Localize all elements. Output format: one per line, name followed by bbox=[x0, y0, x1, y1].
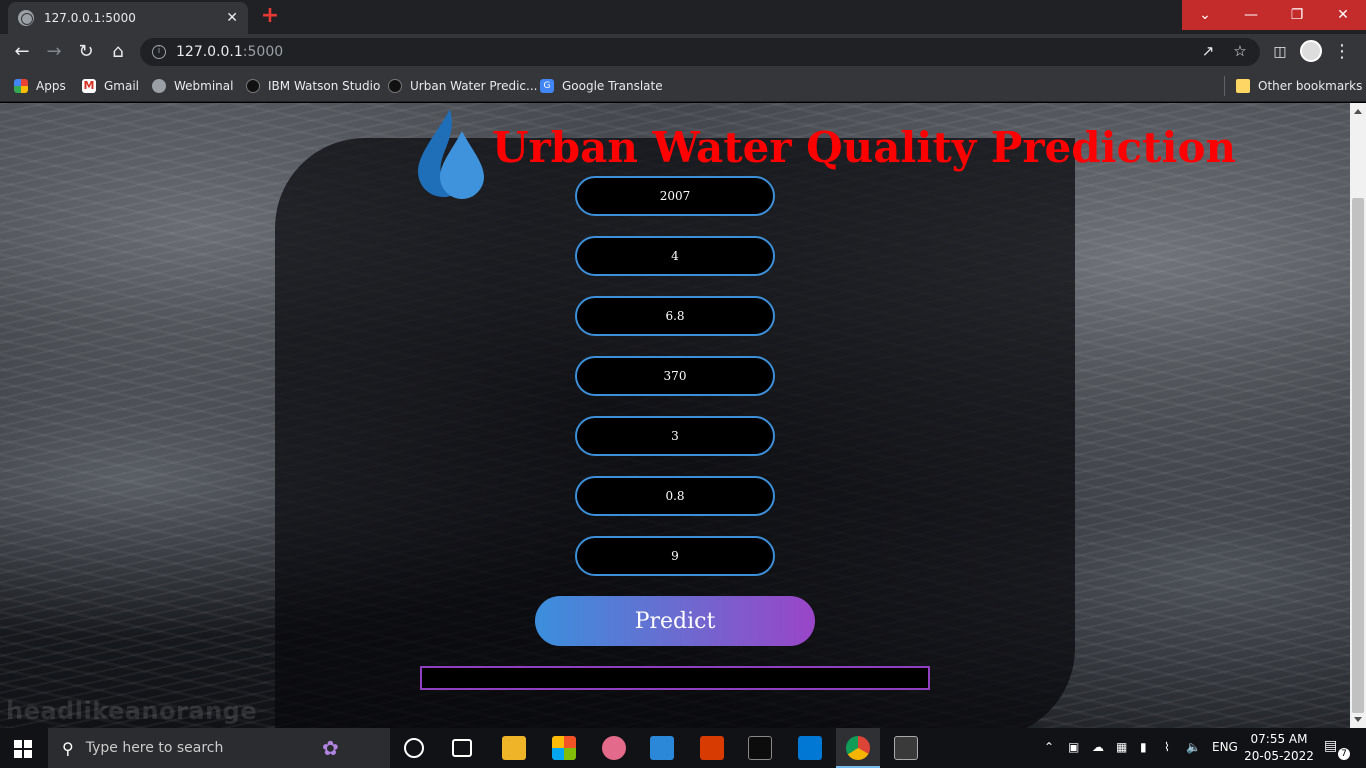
bookmark-webminal[interactable]: Webminal bbox=[152, 76, 233, 96]
office-icon[interactable] bbox=[700, 736, 724, 760]
bookmark-label: Urban Water Predic... bbox=[410, 79, 538, 93]
globe-icon bbox=[18, 10, 34, 26]
gmail-icon: M bbox=[82, 79, 96, 93]
bug-icon bbox=[246, 79, 260, 93]
url-host: 127.0.0.1 bbox=[176, 44, 243, 60]
microsoft-store-icon[interactable] bbox=[552, 736, 576, 760]
flower-bee-icon: ✿ bbox=[322, 736, 339, 760]
scroll-up-icon[interactable] bbox=[1354, 109, 1362, 114]
search-icon: ⚲ bbox=[62, 738, 74, 758]
bookmark-label: Webminal bbox=[174, 79, 234, 93]
volume-icon[interactable]: 🔈 bbox=[1186, 740, 1201, 754]
task-view-icon[interactable] bbox=[452, 739, 472, 757]
system-clock[interactable]: 07:55 AM 20-05-2022 bbox=[1244, 731, 1314, 765]
bookmark-label: Gmail bbox=[104, 79, 140, 93]
bookmark-ibm-watson[interactable]: IBM Watson Studio bbox=[246, 76, 380, 96]
clock-time: 07:55 AM bbox=[1250, 732, 1308, 746]
bookmark-label: Google Translate bbox=[562, 79, 663, 93]
predict-button[interactable]: Predict bbox=[535, 596, 815, 646]
home-icon[interactable]: ⌂ bbox=[106, 40, 130, 64]
globe-icon bbox=[152, 79, 166, 93]
bookmark-divider bbox=[1224, 76, 1225, 96]
input-field-1[interactable] bbox=[575, 176, 775, 216]
paint-icon[interactable] bbox=[602, 736, 626, 760]
site-info-icon[interactable]: i bbox=[152, 45, 166, 59]
close-window-button[interactable]: ✕ bbox=[1320, 0, 1366, 30]
notification-count-badge: 7 bbox=[1338, 748, 1350, 760]
meet-now-icon[interactable]: ▣ bbox=[1068, 740, 1079, 754]
share-icon[interactable]: ↗ bbox=[1198, 42, 1218, 60]
cortana-icon[interactable] bbox=[404, 738, 424, 758]
windows-taskbar: ⚲ Type here to search ✿ ⌃ ▣ ☁ ▦ ▮ ⌇ 🔈 EN… bbox=[0, 728, 1366, 768]
language-indicator[interactable]: ENG bbox=[1212, 740, 1238, 754]
folder-icon bbox=[1236, 79, 1250, 93]
translate-icon: G bbox=[540, 79, 554, 93]
browser-toolbar: ← → ↻ ⌂ i 127.0.0.1:5000 ↗ ☆ ◫ ⋮ bbox=[0, 34, 1366, 70]
windows-start-icon[interactable] bbox=[14, 740, 32, 758]
side-panel-icon[interactable]: ◫ bbox=[1268, 40, 1292, 64]
tab-title: 127.0.0.1:5000 bbox=[44, 11, 136, 25]
scroll-down-icon[interactable] bbox=[1354, 717, 1362, 722]
bug-icon bbox=[388, 79, 402, 93]
bookmark-gmail[interactable]: M Gmail bbox=[82, 76, 139, 96]
app-window-icon[interactable] bbox=[798, 736, 822, 760]
tray-app-icon[interactable]: ▦ bbox=[1116, 740, 1127, 754]
terminal-icon[interactable] bbox=[748, 736, 772, 760]
profile-avatar[interactable] bbox=[1300, 40, 1322, 62]
contacts-icon[interactable] bbox=[650, 736, 674, 760]
minimize-button[interactable]: — bbox=[1228, 0, 1274, 30]
input-field-2[interactable] bbox=[575, 236, 775, 276]
clock-date: 20-05-2022 bbox=[1244, 749, 1314, 763]
address-bar[interactable]: i 127.0.0.1:5000 ↗ ☆ bbox=[140, 38, 1260, 66]
bookmark-star-icon[interactable]: ☆ bbox=[1230, 42, 1250, 60]
wifi-icon[interactable]: ⌇ bbox=[1164, 740, 1170, 754]
input-field-7[interactable] bbox=[575, 536, 775, 576]
notification-icon[interactable]: ▤ bbox=[1324, 738, 1337, 754]
chevron-up-icon[interactable]: ⌃ bbox=[1044, 740, 1054, 754]
back-icon[interactable]: ← bbox=[10, 40, 34, 64]
page-viewport: headlikeanorange Urban Water Quality Pre… bbox=[0, 103, 1350, 728]
reload-icon[interactable]: ↻ bbox=[74, 40, 98, 64]
bookmark-label: Other bookmarks bbox=[1258, 79, 1363, 93]
input-field-5[interactable] bbox=[575, 416, 775, 456]
search-placeholder: Type here to search bbox=[85, 740, 224, 756]
input-field-3[interactable] bbox=[575, 296, 775, 336]
bookmark-apps[interactable]: Apps bbox=[14, 76, 66, 96]
bookmark-label: Apps bbox=[36, 79, 66, 93]
chrome-icon[interactable] bbox=[846, 736, 870, 760]
input-field-4[interactable] bbox=[575, 356, 775, 396]
forward-icon[interactable]: → bbox=[42, 40, 66, 64]
apps-grid-icon bbox=[14, 79, 28, 93]
bookmark-label: IBM Watson Studio bbox=[268, 79, 381, 93]
file-explorer-icon[interactable] bbox=[502, 736, 526, 760]
background-watermark: headlikeanorange bbox=[6, 697, 258, 725]
browser-tab[interactable]: 127.0.0.1:5000 ✕ bbox=[8, 2, 248, 34]
scrollbar-thumb[interactable] bbox=[1352, 198, 1364, 713]
prediction-result-box bbox=[420, 666, 930, 690]
battery-icon[interactable]: ▮ bbox=[1140, 740, 1147, 754]
taskbar-search-box[interactable]: ⚲ Type here to search ✿ bbox=[48, 728, 390, 768]
restore-button[interactable]: ❐ bbox=[1274, 0, 1320, 30]
command-prompt-icon[interactable] bbox=[894, 736, 918, 760]
bookmark-google-translate[interactable]: G Google Translate bbox=[540, 76, 663, 96]
onedrive-cloud-icon[interactable]: ☁ bbox=[1092, 740, 1104, 754]
browser-tab-strip: 127.0.0.1:5000 ✕ + ⌄ — ❐ ✕ bbox=[0, 0, 1366, 34]
menu-kebab-icon[interactable]: ⋮ bbox=[1330, 40, 1354, 64]
bookmarks-bar: Apps M Gmail Webminal IBM Watson Studio … bbox=[0, 70, 1366, 102]
tab-close-icon[interactable]: ✕ bbox=[226, 10, 238, 26]
page-title: Urban Water Quality Prediction bbox=[492, 123, 1237, 172]
input-field-6[interactable] bbox=[575, 476, 775, 516]
other-bookmarks[interactable]: Other bookmarks bbox=[1236, 76, 1362, 96]
tab-search-button[interactable]: ⌄ bbox=[1182, 0, 1228, 30]
page-scrollbar[interactable] bbox=[1350, 103, 1366, 728]
bookmark-urban-water[interactable]: Urban Water Predic... bbox=[388, 76, 537, 96]
url-port: :5000 bbox=[242, 44, 284, 60]
water-drop-icon bbox=[418, 109, 484, 199]
new-tab-button[interactable]: + bbox=[256, 5, 284, 29]
